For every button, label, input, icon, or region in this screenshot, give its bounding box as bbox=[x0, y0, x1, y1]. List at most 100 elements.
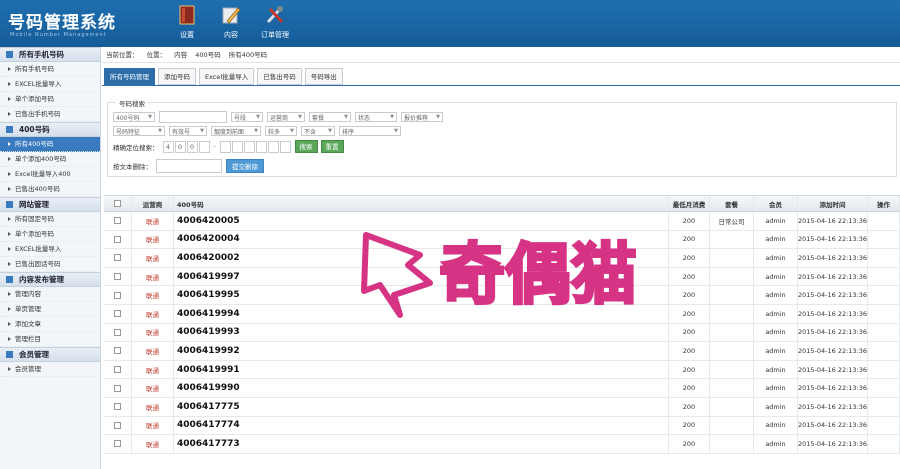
tab-export[interactable]: 号码导出 bbox=[304, 68, 343, 85]
sidebar-group-header[interactable]: 内容发布管理 bbox=[0, 272, 100, 287]
row-checkbox[interactable] bbox=[114, 384, 121, 392]
digit-input[interactable]: 0 bbox=[186, 140, 198, 153]
row-status[interactable]: 联通 bbox=[132, 360, 174, 379]
sidebar-group-header[interactable]: 所有手机号码 bbox=[0, 47, 100, 62]
row-actions[interactable] bbox=[868, 397, 900, 416]
digit-input[interactable]: 0 bbox=[174, 140, 186, 153]
row-select[interactable] bbox=[104, 435, 132, 453]
tab-sold-numbers[interactable]: 已售出号码 bbox=[257, 68, 302, 85]
row-status[interactable]: 联通 bbox=[132, 397, 174, 416]
digit-input[interactable] bbox=[198, 140, 210, 153]
tab-all-numbers[interactable]: 所有号码管理 bbox=[104, 68, 155, 85]
row-status[interactable]: 联通 bbox=[132, 379, 174, 397]
sidebar-item[interactable]: 单个添加号码 bbox=[0, 92, 100, 107]
row-checkbox[interactable] bbox=[114, 403, 121, 411]
row-actions[interactable] bbox=[868, 212, 900, 230]
sidebar-item[interactable]: 单个添加400号码 bbox=[0, 152, 100, 167]
search-button[interactable]: 搜索 bbox=[294, 140, 318, 153]
breadcrumb-content[interactable]: 内容 bbox=[174, 51, 187, 59]
row-status[interactable]: 联通 bbox=[132, 304, 174, 323]
sidebar-group-header[interactable]: 400号码 bbox=[0, 122, 100, 137]
sidebar-item[interactable]: 单页管理 bbox=[0, 302, 100, 317]
nav-content[interactable]: 内容 bbox=[209, 4, 253, 40]
row-actions[interactable] bbox=[868, 416, 900, 435]
submit-delete-button[interactable]: 提交删除 bbox=[226, 159, 264, 173]
row-select[interactable] bbox=[104, 360, 132, 379]
sidebar-item[interactable]: 所有400号码 bbox=[0, 137, 100, 152]
sidebar-item[interactable]: EXCEL批量导入 bbox=[0, 77, 100, 92]
row-status[interactable]: 联通 bbox=[132, 230, 174, 249]
select-package[interactable]: 套餐 ▼ bbox=[309, 112, 351, 122]
row-select[interactable] bbox=[104, 286, 132, 304]
delete-text-input[interactable] bbox=[156, 159, 222, 173]
nav-settings[interactable]: 设置 bbox=[165, 4, 209, 40]
sidebar-item[interactable]: 管理内容 bbox=[0, 287, 100, 302]
sidebar-item[interactable]: 所有固定号码 bbox=[0, 212, 100, 227]
row-checkbox[interactable] bbox=[114, 328, 121, 336]
digit-input[interactable] bbox=[267, 140, 279, 153]
number-input[interactable] bbox=[159, 111, 227, 123]
sidebar-item[interactable]: EXCEL批量导入 bbox=[0, 242, 100, 257]
tab-excel-import[interactable]: Excel批量导入 bbox=[199, 68, 255, 85]
select-carrier[interactable]: 运营商 ▼ bbox=[267, 112, 305, 122]
row-select[interactable] bbox=[104, 249, 132, 267]
digit-input[interactable] bbox=[231, 140, 243, 153]
row-select[interactable] bbox=[104, 267, 132, 286]
row-checkbox[interactable] bbox=[114, 254, 121, 262]
row-actions[interactable] bbox=[868, 323, 900, 342]
sidebar-group-header[interactable]: 网站管理 bbox=[0, 197, 100, 212]
breadcrumb-400[interactable]: 400号码 bbox=[195, 51, 220, 59]
row-status[interactable]: 联通 bbox=[132, 212, 174, 230]
row-checkbox[interactable] bbox=[114, 273, 121, 281]
row-actions[interactable] bbox=[868, 267, 900, 286]
sidebar-item[interactable]: 已售出400号码 bbox=[0, 182, 100, 197]
row-status[interactable]: 联通 bbox=[132, 435, 174, 453]
select-all-checkbox[interactable] bbox=[114, 200, 121, 207]
row-checkbox[interactable] bbox=[114, 291, 121, 299]
row-select[interactable] bbox=[104, 342, 132, 360]
select-status[interactable]: 状态 ▼ bbox=[355, 112, 397, 122]
row-actions[interactable] bbox=[868, 360, 900, 379]
digit-input[interactable] bbox=[279, 140, 291, 153]
row-select[interactable] bbox=[104, 304, 132, 323]
select-number-feature[interactable]: 号码特征 ▼ bbox=[113, 126, 165, 136]
row-actions[interactable] bbox=[868, 435, 900, 453]
nav-orders[interactable]: 订单管理 bbox=[253, 4, 297, 40]
sidebar-group-header[interactable]: 会员管理 bbox=[0, 347, 100, 362]
sidebar-item[interactable]: 单个添加号码 bbox=[0, 227, 100, 242]
select-valid[interactable]: 有效号 ▼ bbox=[169, 126, 207, 136]
sidebar-item[interactable]: 管理栏目 bbox=[0, 332, 100, 347]
digit-input[interactable] bbox=[219, 140, 231, 153]
row-checkbox[interactable] bbox=[114, 235, 121, 243]
row-select[interactable] bbox=[104, 212, 132, 230]
row-actions[interactable] bbox=[868, 249, 900, 267]
row-checkbox[interactable] bbox=[114, 440, 121, 448]
row-status[interactable]: 联通 bbox=[132, 416, 174, 435]
sidebar-item[interactable]: 已售出手机号码 bbox=[0, 107, 100, 122]
row-checkbox[interactable] bbox=[114, 310, 121, 318]
sidebar-item[interactable]: Excel批量导入400 bbox=[0, 167, 100, 182]
select-more[interactable]: 较多 ▼ bbox=[265, 126, 297, 136]
row-actions[interactable] bbox=[868, 286, 900, 304]
row-status[interactable]: 联通 bbox=[132, 342, 174, 360]
row-checkbox[interactable] bbox=[114, 217, 121, 225]
row-status[interactable]: 联通 bbox=[132, 286, 174, 304]
row-checkbox[interactable] bbox=[114, 421, 121, 429]
reset-button[interactable]: 重置 bbox=[320, 140, 344, 153]
row-actions[interactable] bbox=[868, 230, 900, 249]
row-select[interactable] bbox=[104, 230, 132, 249]
row-actions[interactable] bbox=[868, 304, 900, 323]
select-recommend[interactable]: 报价推荐 ▼ bbox=[401, 112, 443, 122]
row-checkbox[interactable] bbox=[114, 366, 121, 374]
row-status[interactable]: 联通 bbox=[132, 323, 174, 342]
header-select-all[interactable] bbox=[104, 196, 132, 211]
row-select[interactable] bbox=[104, 379, 132, 397]
select-400-number[interactable]: 400号码 ▼ bbox=[113, 112, 155, 122]
row-actions[interactable] bbox=[868, 342, 900, 360]
sidebar-item[interactable]: 会员管理 bbox=[0, 362, 100, 377]
row-actions[interactable] bbox=[868, 379, 900, 397]
row-select[interactable] bbox=[104, 323, 132, 342]
sidebar-item[interactable]: 所有手机号码 bbox=[0, 62, 100, 77]
row-select[interactable] bbox=[104, 416, 132, 435]
sidebar-item[interactable]: 已售出固话号码 bbox=[0, 257, 100, 272]
